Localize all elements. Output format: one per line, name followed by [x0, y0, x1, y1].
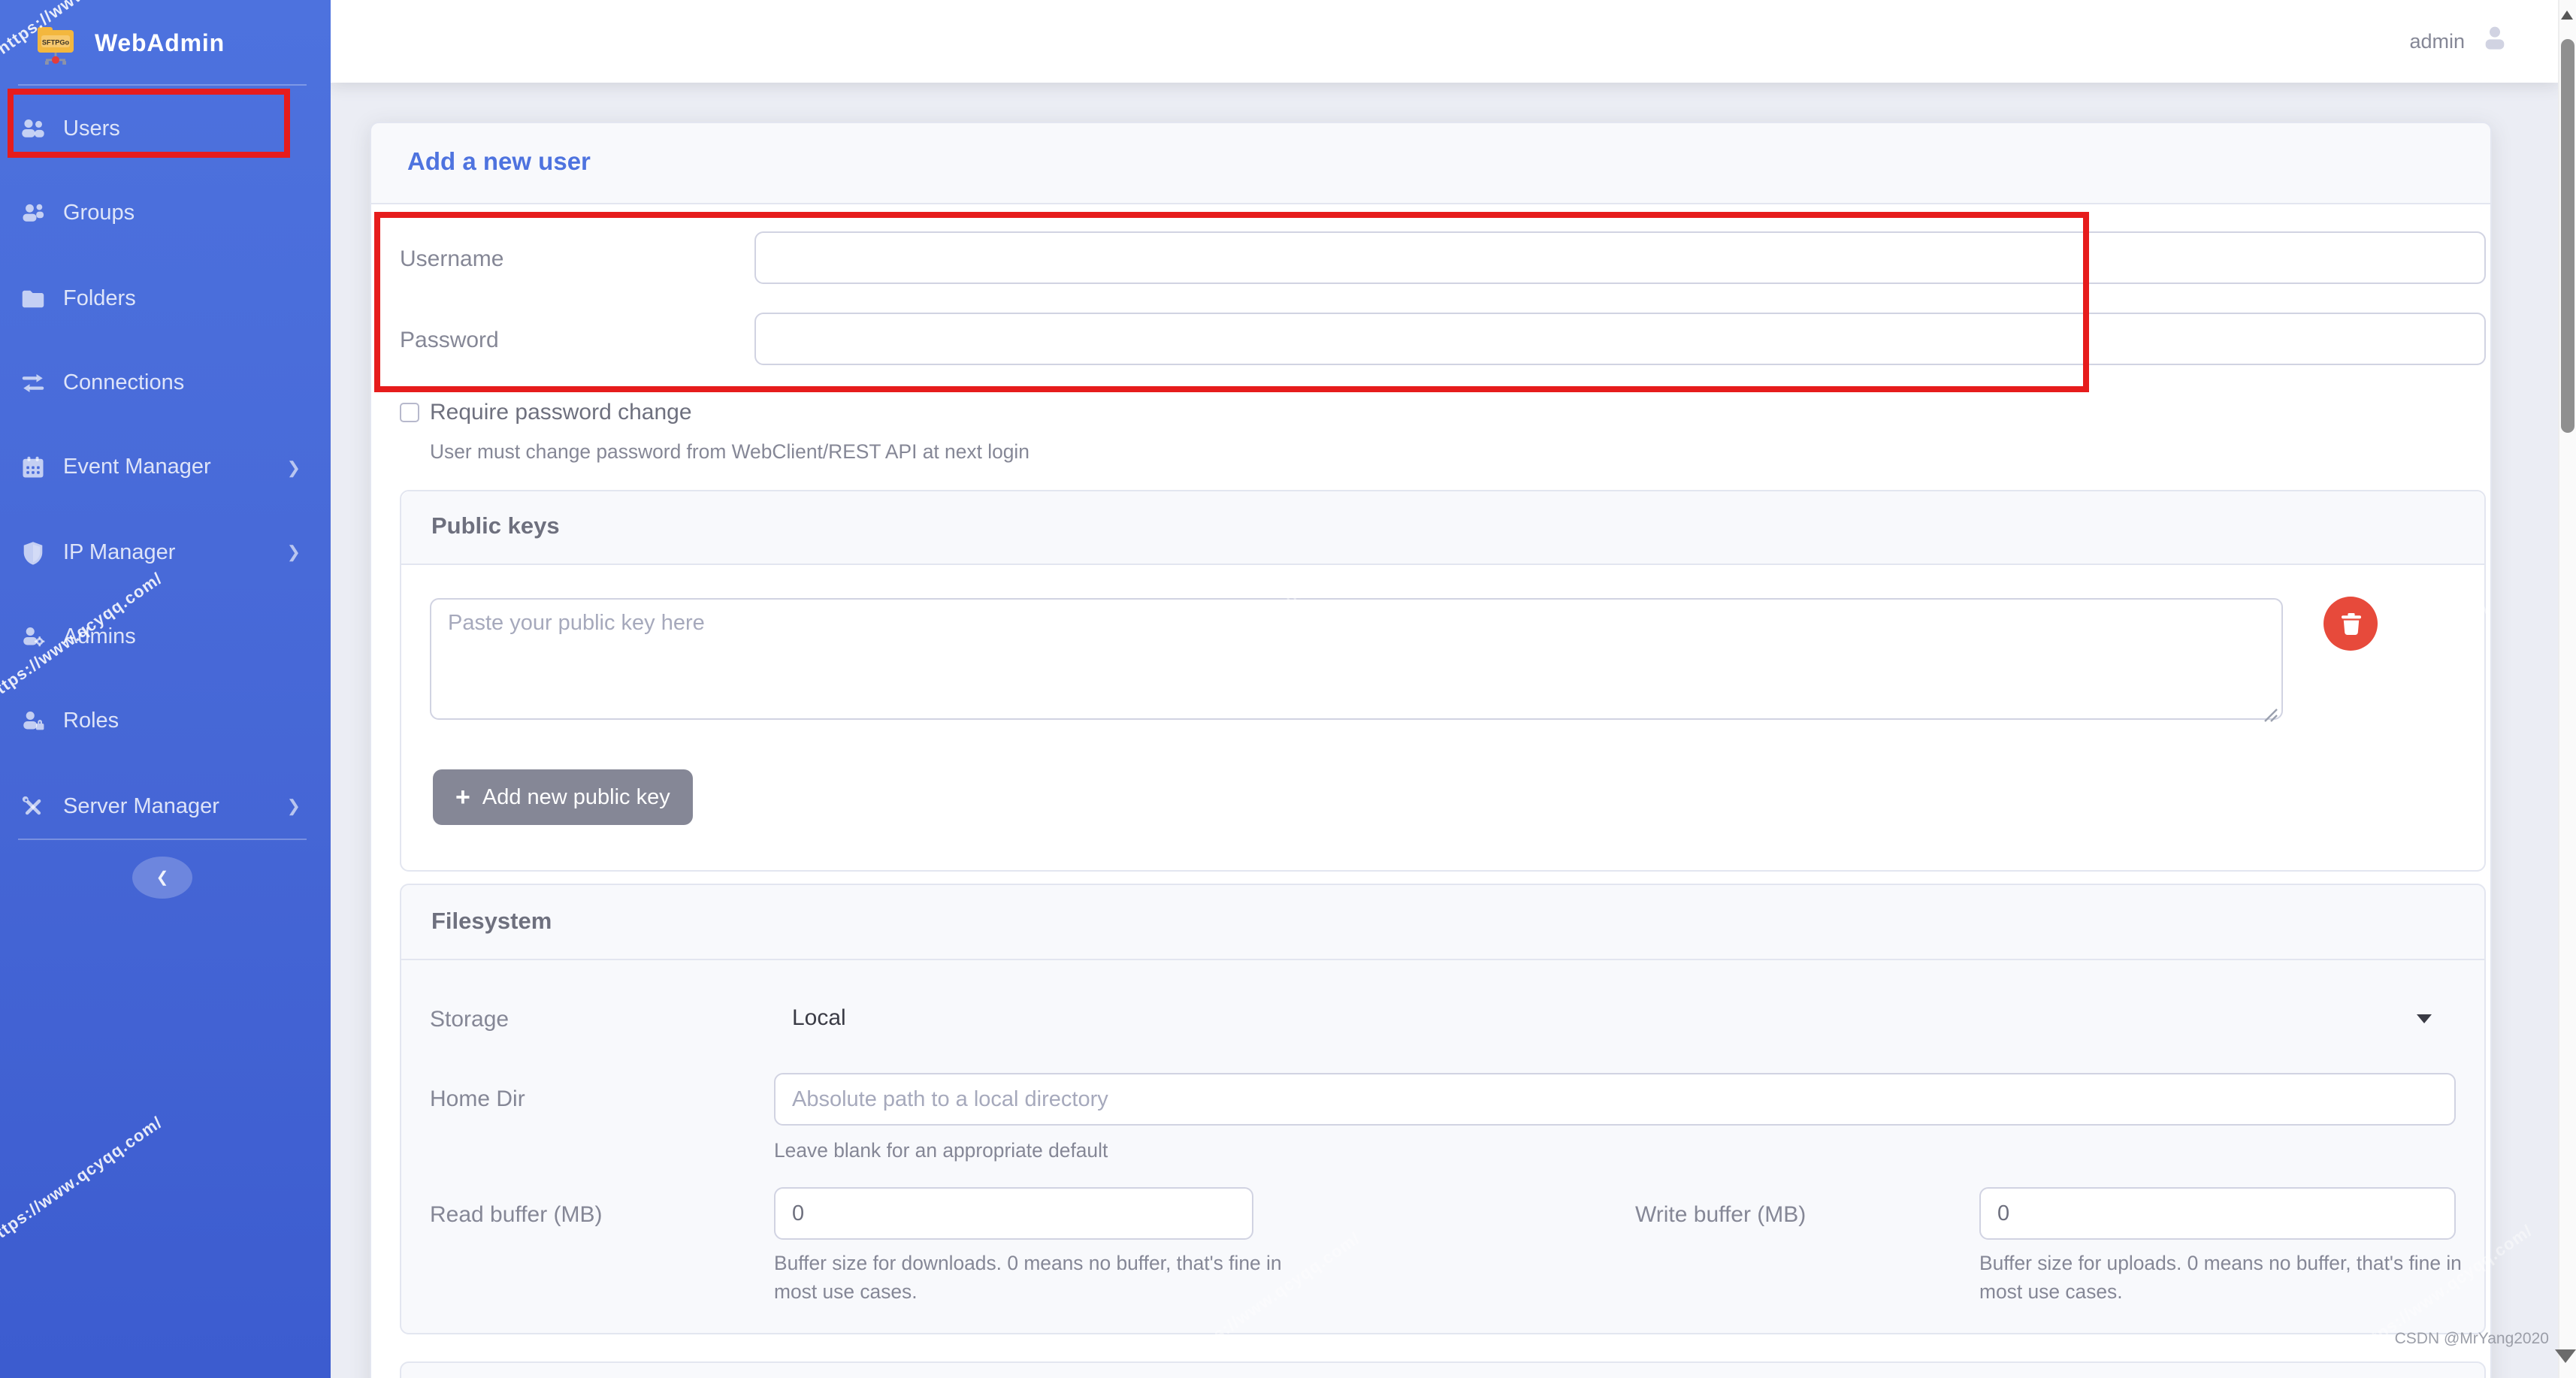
public-key-textarea[interactable]: [430, 598, 2283, 720]
users-icon: [20, 116, 47, 143]
sidebar-item-server-manager[interactable]: Server Manager ❯: [0, 772, 331, 841]
sidebar-item-label: Admins: [63, 625, 136, 649]
chevron-right-icon: ❯: [286, 544, 301, 562]
write-buffer-help: Buffer size for uploads. 0 means no buff…: [1979, 1252, 2462, 1302]
sidebar-item-event-manager[interactable]: Event Manager ❯: [0, 433, 331, 502]
watermark-csdn: CSDN @MrYang2020: [2394, 1330, 2549, 1348]
filesystem-title: Filesystem: [431, 908, 552, 934]
write-buffer-label: Write buffer (MB): [1635, 1202, 1807, 1228]
webadmin-page: SFTPGo WebAdmin Users Groups Folders Con…: [0, 0, 2576, 1378]
app-title: WebAdmin: [95, 32, 225, 57]
sidebar-item-roles[interactable]: Roles: [0, 687, 331, 756]
sidebar-item-label: Server Manager: [63, 794, 219, 818]
require-password-change-checkbox[interactable]: [400, 403, 419, 422]
password-input[interactable]: [754, 312, 2486, 364]
sidebar-collapse-button[interactable]: ❮: [132, 857, 192, 899]
sidebar-item-label: Users: [63, 117, 120, 141]
username-label: Username: [400, 246, 504, 272]
svg-text:SFTPGo: SFTPGo: [42, 39, 70, 47]
delete-public-key-button[interactable]: [2324, 597, 2378, 651]
chevron-right-icon: ❯: [286, 459, 301, 477]
roles-user-lock-icon: [20, 708, 47, 735]
sidebar-item-label: Connections: [63, 370, 185, 394]
scrollbar-thumb[interactable]: [2560, 39, 2574, 433]
public-keys-header: Public keys: [401, 491, 2484, 565]
sftpgo-logo-icon: SFTPGo: [33, 23, 78, 68]
password-label: Password: [400, 327, 499, 352]
sidebar-item-admins[interactable]: Admins: [0, 603, 331, 672]
read-buffer-input[interactable]: [774, 1187, 1253, 1240]
filesystem-header: Filesystem: [401, 885, 2484, 960]
chevron-left-icon: ❮: [156, 869, 169, 886]
user-avatar-icon[interactable]: [2480, 23, 2510, 60]
sidebar-item-label: IP Manager: [63, 540, 176, 564]
storage-select[interactable]: Local: [774, 992, 2456, 1044]
home-dir-help: Leave blank for an appropriate default: [774, 1139, 1108, 1162]
sidebar-item-label: Groups: [63, 201, 135, 225]
storage-label: Storage: [430, 1006, 509, 1032]
sidebar: SFTPGo WebAdmin Users Groups Folders Con…: [0, 0, 331, 1378]
shield-icon: [20, 539, 47, 566]
add-public-key-label: Add new public key: [482, 785, 670, 809]
caret-down-icon: [2417, 1014, 2432, 1023]
connections-icon: [20, 369, 47, 396]
sidebar-item-connections[interactable]: Connections: [0, 348, 331, 417]
sidebar-divider: [18, 839, 307, 840]
sidebar-item-label: Event Manager: [63, 455, 211, 479]
scrollbar-down-arrow[interactable]: [2555, 1349, 2576, 1363]
public-keys-title: Public keys: [431, 514, 560, 539]
groups-icon: [20, 200, 47, 227]
read-buffer-label: Read buffer (MB): [430, 1202, 603, 1228]
next-section-card: [400, 1361, 2486, 1378]
sidebar-item-ip-manager[interactable]: IP Manager ❯: [0, 518, 331, 587]
home-dir-label: Home Dir: [430, 1086, 525, 1112]
sidebar-item-users[interactable]: Users: [0, 95, 331, 164]
require-password-change-label: Require password change: [430, 400, 692, 425]
folder-icon: [20, 285, 47, 312]
plus-icon: +: [455, 783, 470, 811]
sidebar-divider: [18, 84, 307, 86]
sidebar-item-folders[interactable]: Folders: [0, 264, 331, 333]
write-buffer-input[interactable]: [1979, 1187, 2456, 1240]
storage-select-value: Local: [792, 1005, 846, 1031]
page-title: Add a new user: [407, 149, 591, 176]
sidebar-item-label: Roles: [63, 709, 119, 733]
admin-user-gear-icon: [20, 624, 47, 651]
username-input[interactable]: [754, 231, 2486, 284]
textarea-resize-handle[interactable]: [2263, 703, 2278, 722]
calendar-icon: [20, 454, 47, 481]
add-user-card-header: Add a new user: [370, 122, 2492, 204]
trash-icon: [2339, 612, 2362, 636]
home-dir-input[interactable]: [774, 1073, 2456, 1126]
chevron-right-icon: ❯: [286, 798, 301, 816]
require-password-change-help: User must change password from WebClient…: [430, 440, 1029, 462]
add-public-key-button[interactable]: + Add new public key: [433, 769, 693, 825]
topbar: admin: [331, 0, 2558, 83]
logged-in-username[interactable]: admin: [2409, 30, 2465, 53]
read-buffer-help: Buffer size for downloads. 0 means no bu…: [774, 1252, 1282, 1302]
brand[interactable]: SFTPGo WebAdmin: [0, 9, 331, 81]
tools-icon: [20, 793, 47, 820]
scrollbar-up-arrow[interactable]: [2561, 11, 2573, 20]
sidebar-item-groups[interactable]: Groups: [0, 179, 331, 248]
sidebar-item-label: Folders: [63, 286, 136, 310]
